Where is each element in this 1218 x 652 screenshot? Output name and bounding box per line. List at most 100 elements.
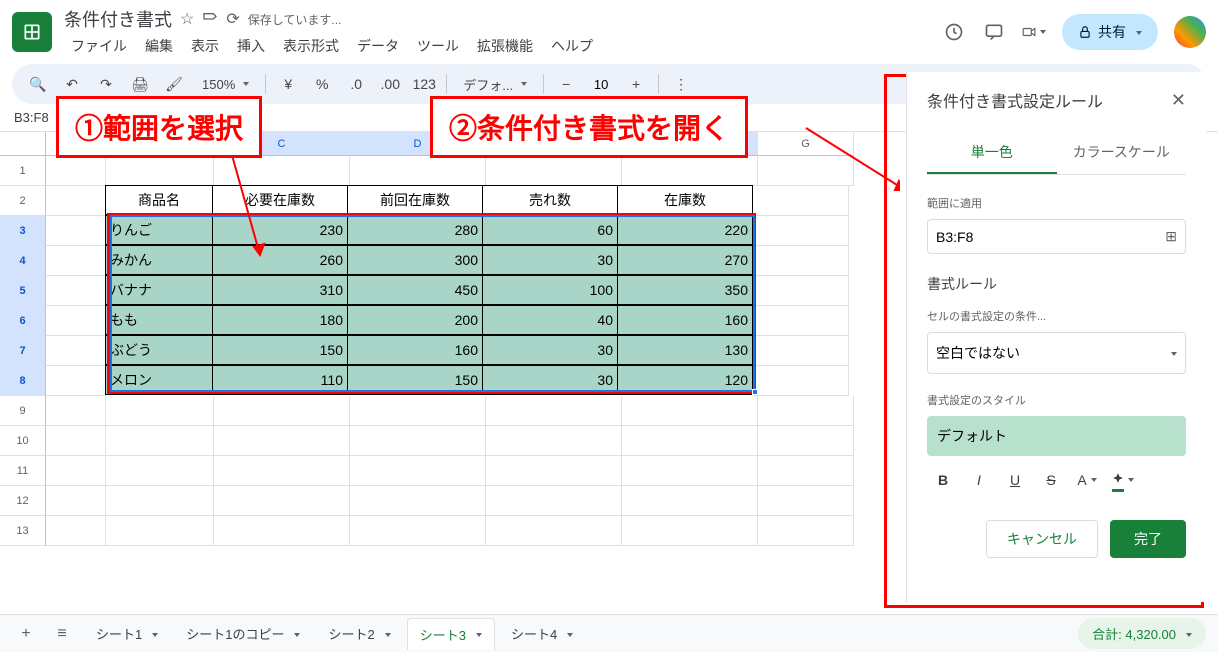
row-header-5[interactable]: 5 <box>0 276 46 306</box>
cell-E13[interactable] <box>486 516 622 546</box>
cell-G9[interactable] <box>758 396 854 426</box>
share-button[interactable]: 共有 <box>1062 14 1158 50</box>
selection-summary[interactable]: 合計: 4,320.00 <box>1078 618 1206 649</box>
cell-G7[interactable] <box>753 336 849 366</box>
menu-拡張機能[interactable]: 拡張機能 <box>470 34 540 58</box>
cell-D6[interactable]: 200 <box>347 305 483 335</box>
cell-B5[interactable]: バナナ <box>105 275 213 305</box>
cell-A5[interactable] <box>46 276 106 306</box>
menu-データ[interactable]: データ <box>350 34 406 58</box>
cancel-button[interactable]: キャンセル <box>986 520 1098 558</box>
name-box[interactable]: B3:F8 <box>12 108 62 127</box>
more-toolbar-icon[interactable]: ⋮ <box>667 70 695 98</box>
chevron-down-icon[interactable] <box>148 626 158 641</box>
cell-C3[interactable]: 230 <box>212 215 348 245</box>
document-title[interactable]: 条件付き書式 <box>64 6 172 32</box>
increase-font-icon[interactable]: + <box>622 70 650 98</box>
cell-E7[interactable]: 30 <box>482 335 618 365</box>
menu-編集[interactable]: 編集 <box>138 34 180 58</box>
cell-A10[interactable] <box>46 426 106 456</box>
cell-C12[interactable] <box>214 486 350 516</box>
cell-F2[interactable]: 在庫数 <box>617 185 753 215</box>
cell-D5[interactable]: 450 <box>347 275 483 305</box>
cell-G6[interactable] <box>753 306 849 336</box>
cell-F11[interactable] <box>622 456 758 486</box>
cell-E5[interactable]: 100 <box>482 275 618 305</box>
chevron-down-icon[interactable] <box>472 627 482 642</box>
row-header-11[interactable]: 11 <box>0 456 46 486</box>
range-input[interactable]: B3:F8 ⊞ <box>927 219 1186 254</box>
cell-C4[interactable]: 260 <box>212 245 348 275</box>
sheet-tab-シート1のコピー[interactable]: シート1のコピー <box>174 618 312 650</box>
cell-C13[interactable] <box>214 516 350 546</box>
cell-E8[interactable]: 30 <box>482 365 618 395</box>
cell-G10[interactable] <box>758 426 854 456</box>
chevron-down-icon[interactable] <box>290 626 300 641</box>
sheet-tab-シート1[interactable]: シート1 <box>84 618 170 650</box>
row-header-13[interactable]: 13 <box>0 516 46 546</box>
cell-D1[interactable] <box>350 156 486 186</box>
cell-E2[interactable]: 売れ数 <box>482 185 618 215</box>
cell-E12[interactable] <box>486 486 622 516</box>
row-header-7[interactable]: 7 <box>0 336 46 366</box>
currency-icon[interactable]: ¥ <box>274 70 302 98</box>
italic-icon[interactable]: I <box>963 464 995 496</box>
search-icon[interactable]: 🔍 <box>24 70 52 98</box>
selection-handle[interactable] <box>752 389 758 395</box>
cell-E11[interactable] <box>486 456 622 486</box>
cell-A13[interactable] <box>46 516 106 546</box>
cell-E4[interactable]: 30 <box>482 245 618 275</box>
cell-G5[interactable] <box>753 276 849 306</box>
print-icon[interactable]: 🖨 <box>126 70 154 98</box>
sheets-logo[interactable] <box>12 12 52 52</box>
avatar[interactable] <box>1174 16 1206 48</box>
menu-ヘルプ[interactable]: ヘルプ <box>544 34 600 58</box>
font-select[interactable]: デフォ... <box>455 73 535 96</box>
cell-E1[interactable] <box>486 156 622 186</box>
tab-color-scale[interactable]: カラースケール <box>1057 132 1187 174</box>
cell-B8[interactable]: メロン <box>105 365 213 395</box>
cloud-status-icon[interactable]: ⟳ <box>226 9 239 29</box>
more-formats-icon[interactable]: 123 <box>410 70 438 98</box>
cell-A1[interactable] <box>46 156 106 186</box>
cell-G2[interactable] <box>753 186 849 216</box>
meet-icon[interactable] <box>1022 20 1046 44</box>
cell-D11[interactable] <box>350 456 486 486</box>
comment-icon[interactable] <box>982 20 1006 44</box>
cell-D10[interactable] <box>350 426 486 456</box>
cell-F10[interactable] <box>622 426 758 456</box>
fill-color-icon[interactable]: 🟆 <box>1107 464 1139 496</box>
cell-A12[interactable] <box>46 486 106 516</box>
cell-F9[interactable] <box>622 396 758 426</box>
cell-F7[interactable]: 130 <box>617 335 753 365</box>
row-header-8[interactable]: 8 <box>0 366 46 396</box>
col-header-G[interactable]: G <box>758 132 854 156</box>
paint-format-icon[interactable]: 🖌 <box>160 70 188 98</box>
cell-G12[interactable] <box>758 486 854 516</box>
star-icon[interactable]: ☆ <box>180 9 194 29</box>
zoom-select[interactable]: 150% <box>194 75 257 94</box>
cell-G3[interactable] <box>753 216 849 246</box>
cell-F5[interactable]: 350 <box>617 275 753 305</box>
strikethrough-icon[interactable]: S <box>1035 464 1067 496</box>
menu-表示[interactable]: 表示 <box>184 34 226 58</box>
cell-B12[interactable] <box>106 486 214 516</box>
row-header-9[interactable]: 9 <box>0 396 46 426</box>
history-icon[interactable] <box>942 20 966 44</box>
cell-C5[interactable]: 310 <box>212 275 348 305</box>
chevron-down-icon[interactable] <box>381 626 391 641</box>
cell-E3[interactable]: 60 <box>482 215 618 245</box>
close-icon[interactable]: ✕ <box>1171 90 1186 111</box>
cell-D8[interactable]: 150 <box>347 365 483 395</box>
menu-挿入[interactable]: 挿入 <box>230 34 272 58</box>
cell-D3[interactable]: 280 <box>347 215 483 245</box>
cell-D2[interactable]: 前回在庫数 <box>347 185 483 215</box>
cell-F4[interactable]: 270 <box>617 245 753 275</box>
cell-G13[interactable] <box>758 516 854 546</box>
cell-B4[interactable]: みかん <box>105 245 213 275</box>
row-header-6[interactable]: 6 <box>0 306 46 336</box>
cell-A2[interactable] <box>46 186 106 216</box>
cell-B6[interactable]: もも <box>105 305 213 335</box>
cell-G8[interactable] <box>753 366 849 396</box>
chevron-down-icon[interactable] <box>563 626 573 641</box>
